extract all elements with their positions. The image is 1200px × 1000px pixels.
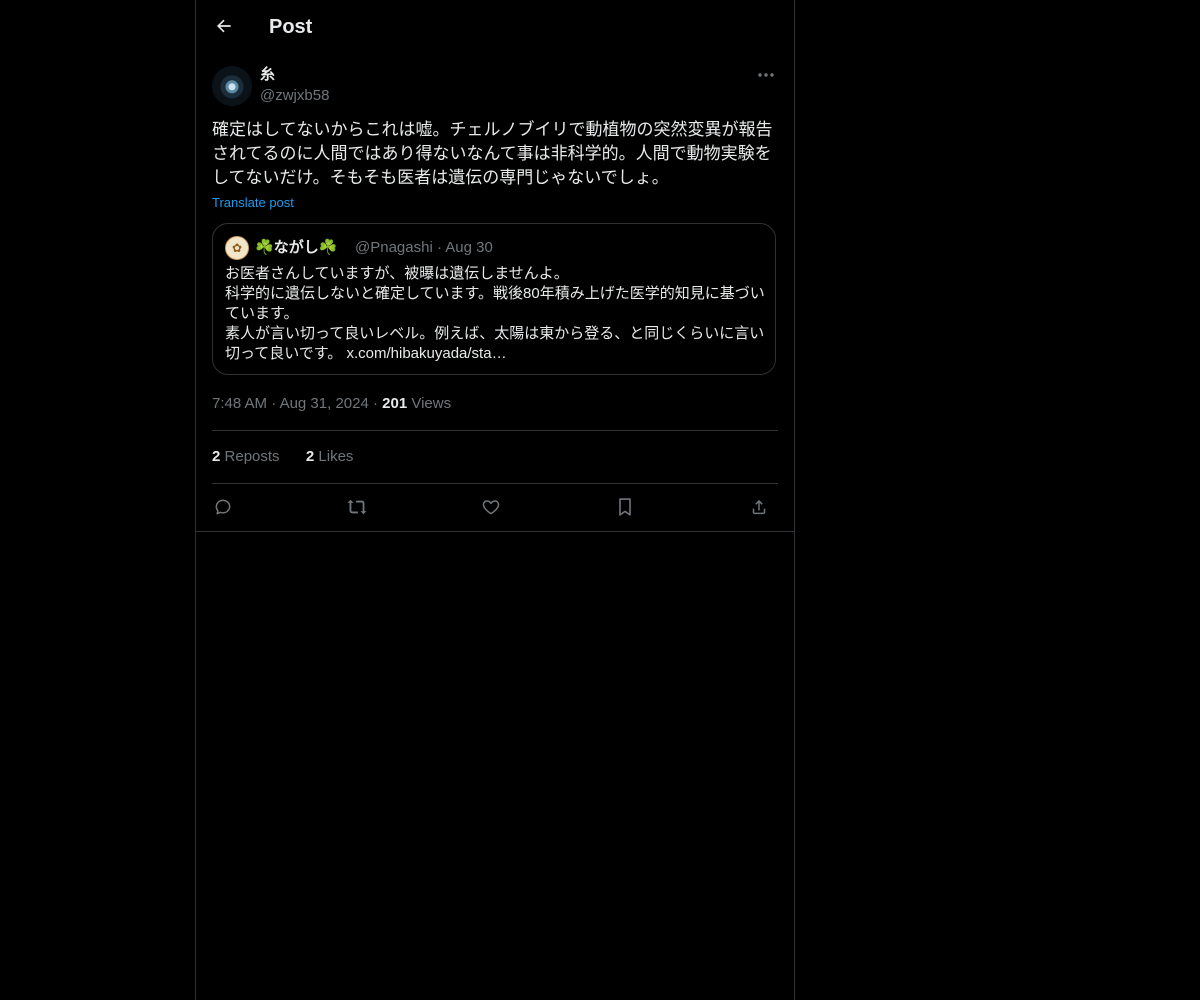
- like-button[interactable]: [474, 490, 508, 524]
- quoted-meta: @Pnagashi · Aug 30: [355, 239, 493, 256]
- likes-stat[interactable]: 2 Likes: [306, 448, 354, 465]
- divider: [212, 483, 778, 484]
- reply-button[interactable]: [206, 490, 240, 524]
- share-button[interactable]: [742, 490, 776, 524]
- post-meta: 7:48 AM · Aug 31, 2024 · 201 Views: [212, 395, 452, 412]
- post-text: 確定はしてないからこれは嘘。チェルノブイリで動植物の突然変異が報告されてるのに人…: [212, 120, 773, 187]
- share-icon: [749, 497, 769, 517]
- quoted-post-header: ✿ ☘️ながし☘️ @Pnagashi · Aug 30: [225, 236, 765, 260]
- author-display-name[interactable]: 糸: [260, 66, 275, 84]
- bookmark-icon: [616, 497, 634, 517]
- post-column: Post 糸 @zwjxb58 確定はしてないからこれは嘘。チェルノブイリで動植…: [195, 0, 795, 1000]
- reply-icon: [213, 497, 233, 517]
- repost-icon: [346, 497, 368, 517]
- repost-button[interactable]: [340, 490, 374, 524]
- reposts-stat[interactable]: 2 Reposts: [212, 448, 280, 465]
- avatar[interactable]: [212, 66, 252, 106]
- quoted-display-name: ☘️ながし☘️: [255, 239, 338, 256]
- quoted-post[interactable]: ✿ ☘️ながし☘️ @Pnagashi · Aug 30 お医者さんしていますが…: [212, 223, 776, 375]
- header: Post: [196, 0, 794, 54]
- author-handle[interactable]: @zwjxb58: [260, 86, 329, 106]
- quoted-text: お医者さんしていますが、被曝は遺伝しませんよ。 科学的に遺伝しないと確定していま…: [225, 265, 765, 362]
- views-count: 201: [382, 395, 408, 412]
- more-button[interactable]: [754, 66, 778, 84]
- quoted-avatar: ✿: [225, 236, 249, 260]
- bookmark-button[interactable]: [608, 490, 642, 524]
- clover-icon: ☘️: [318, 239, 338, 256]
- arrow-left-icon: [214, 16, 234, 36]
- more-horizontal-icon: [757, 72, 775, 78]
- divider: [196, 531, 794, 532]
- views-label: Views: [411, 395, 452, 412]
- clover-icon: ☘️: [255, 239, 274, 256]
- post-date[interactable]: Aug 31, 2024: [280, 395, 369, 412]
- heart-icon: [481, 497, 501, 517]
- back-button[interactable]: [206, 8, 242, 44]
- post-time[interactable]: 7:48 AM: [212, 395, 267, 412]
- action-bar: [212, 490, 778, 524]
- quoted-link[interactable]: x.com/hibakuyada/sta…: [346, 345, 506, 362]
- quoted-handle: @Pnagashi: [355, 239, 433, 256]
- divider: [212, 430, 778, 431]
- page-title: Post: [269, 16, 313, 38]
- translate-post-link[interactable]: Translate post: [212, 194, 294, 212]
- post-stats: 2 Reposts 2 Likes: [212, 447, 353, 467]
- post-author: 糸 @zwjxb58: [212, 66, 778, 110]
- quoted-date: Aug 30: [445, 239, 493, 256]
